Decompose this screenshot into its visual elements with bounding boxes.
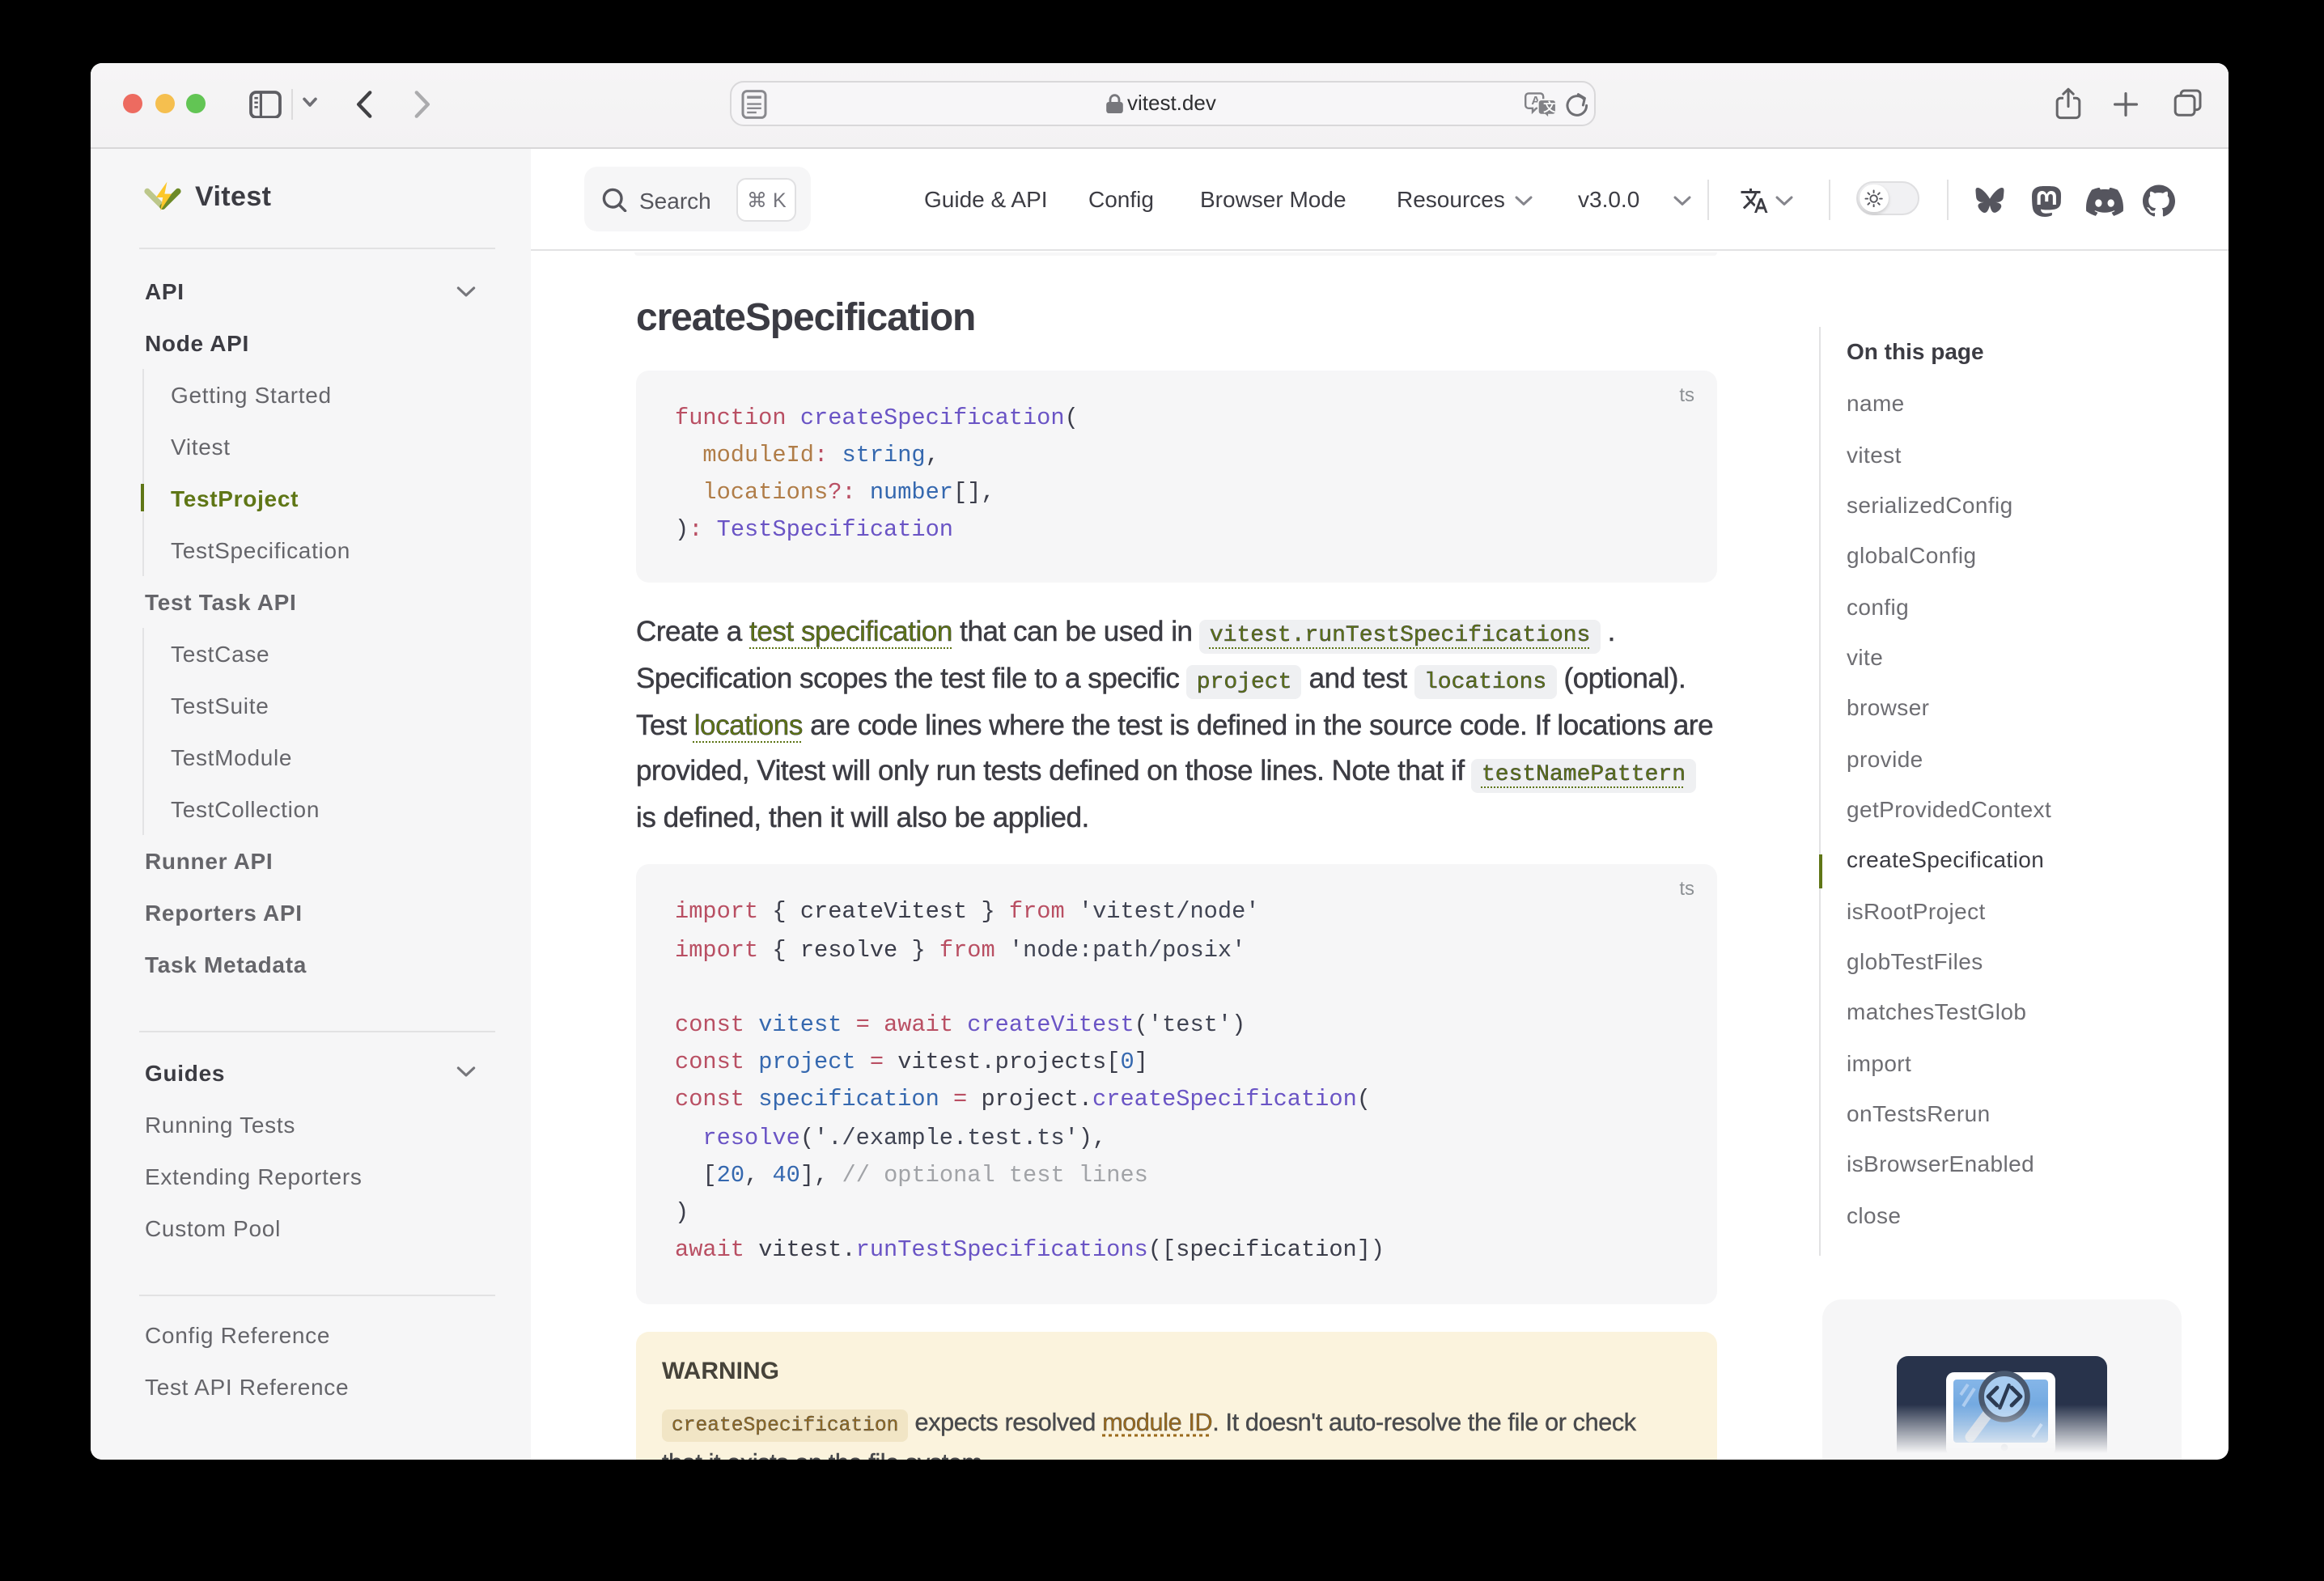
svg-text:文: 文 (1543, 100, 1556, 114)
